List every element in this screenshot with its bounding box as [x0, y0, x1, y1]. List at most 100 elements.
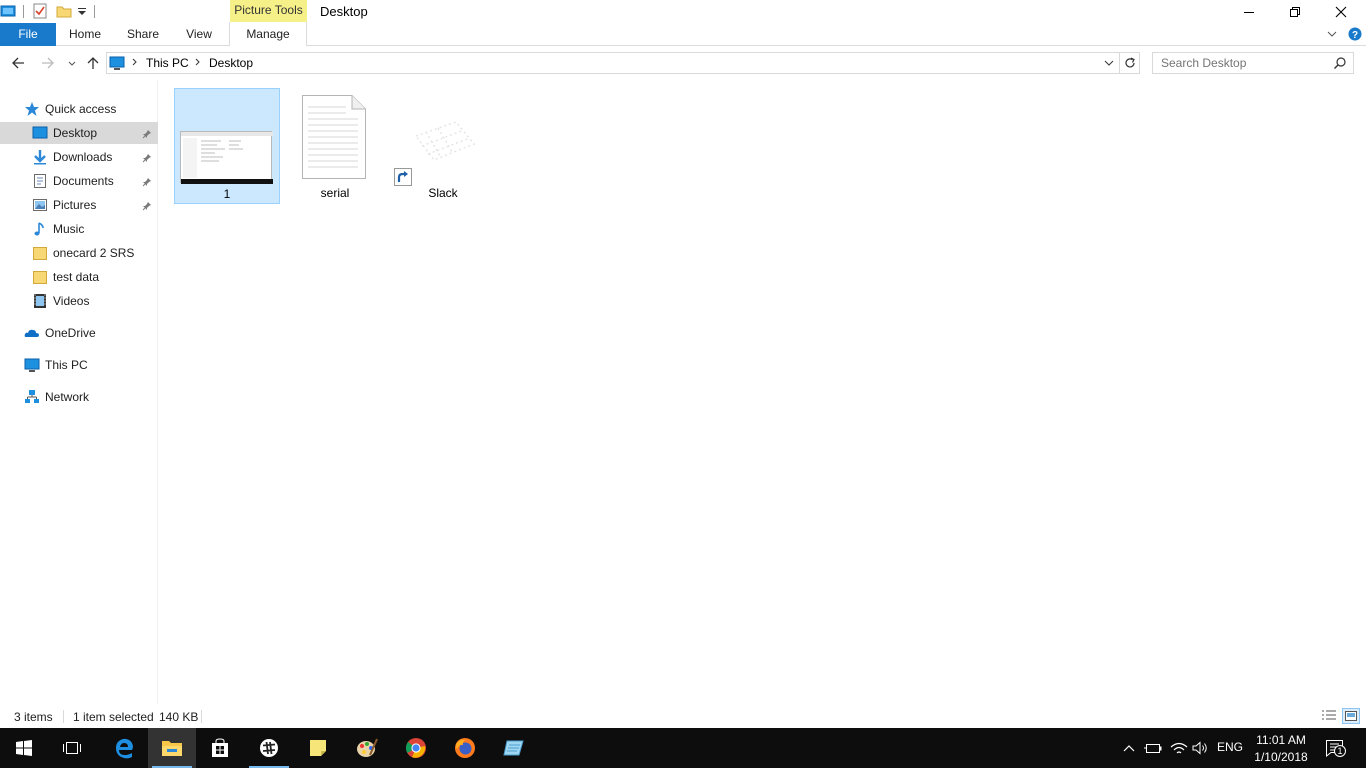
close-button[interactable] — [1318, 0, 1364, 23]
large-icons-view-button[interactable] — [1342, 708, 1360, 724]
nav-quick-access[interactable]: Quick access — [0, 98, 158, 120]
refresh-button[interactable] — [1123, 56, 1137, 70]
start-button[interactable] — [0, 728, 48, 768]
sidebar-item-onecard-2-srs[interactable]: onecard 2 SRS — [0, 242, 158, 264]
svg-text:?: ? — [1352, 30, 1358, 41]
taskbar-paint[interactable] — [343, 728, 391, 768]
slack-icon — [404, 118, 484, 168]
wifi-button[interactable] — [1170, 740, 1188, 756]
tab-manage[interactable]: Manage — [230, 23, 306, 46]
help-icon[interactable]: ? — [1348, 27, 1362, 41]
recent-locations-button[interactable] — [64, 55, 80, 71]
star-icon — [24, 101, 40, 117]
sidebar-item-pictures[interactable]: Pictures — [0, 194, 158, 216]
sidebar-item-label: onecard 2 SRS — [53, 246, 135, 260]
taskbar-store[interactable] — [196, 728, 244, 768]
selection-size: 140 KB — [159, 710, 199, 724]
sidebar-item-videos[interactable]: Videos — [0, 290, 158, 312]
sidebar-item-onedrive[interactable]: OneDrive — [0, 322, 158, 344]
notepad-icon — [503, 740, 524, 756]
input-language[interactable]: ENG — [1216, 740, 1244, 754]
sidebar-item-downloads[interactable]: Downloads — [0, 146, 158, 168]
address-bar[interactable]: This PC Desktop — [106, 52, 1140, 74]
sidebar-item-test-data[interactable]: test data — [0, 266, 158, 288]
taskbar-file-explorer[interactable] — [148, 728, 196, 768]
taskbar-firefox[interactable] — [441, 728, 489, 768]
taskbar-sticky-notes[interactable] — [294, 728, 342, 768]
selection-count: 1 item selected — [73, 710, 154, 724]
tab-home[interactable]: Home — [62, 23, 108, 46]
sidebar-item-music[interactable]: Music — [0, 218, 158, 240]
new-folder-icon[interactable] — [56, 3, 72, 19]
chrome-icon — [405, 738, 426, 758]
expand-ribbon-icon[interactable] — [1326, 28, 1338, 40]
search-box[interactable] — [1152, 52, 1354, 74]
pictures-icon — [32, 197, 48, 213]
up-button[interactable] — [85, 55, 101, 71]
picture-tools-label: Picture Tools — [230, 0, 307, 22]
explorer-app-icon[interactable] — [0, 3, 16, 19]
restore-icon — [1290, 6, 1300, 17]
refresh-icon — [1125, 57, 1135, 68]
wifi-icon — [1170, 742, 1188, 754]
music-icon — [32, 221, 48, 237]
task-view-button[interactable] — [48, 728, 96, 768]
clock[interactable]: 11:01 AM 1/10/2018 — [1248, 732, 1314, 766]
file-list[interactable]: 1 serial Slack — [160, 80, 1366, 704]
restore-button[interactable] — [1272, 0, 1318, 23]
taskbar-edge[interactable] — [100, 728, 148, 768]
pin-icon[interactable] — [142, 176, 152, 187]
sidebar-item-network[interactable]: Network — [0, 386, 158, 408]
file-item-serial[interactable]: serial — [282, 88, 388, 204]
tab-manage-container: Manage — [229, 22, 307, 46]
address-history-dropdown[interactable] — [1103, 57, 1115, 69]
file-item-1[interactable]: 1 — [174, 88, 280, 204]
tab-view[interactable]: View — [176, 23, 222, 46]
pin-icon[interactable] — [142, 128, 152, 139]
battery-button[interactable] — [1144, 740, 1162, 756]
documents-icon — [32, 173, 48, 189]
notification-badge: 1 — [1334, 745, 1346, 757]
taskbar-chrome[interactable] — [392, 728, 440, 768]
qat-dropdown-icon[interactable] — [74, 3, 90, 19]
file-name: 1 — [223, 187, 231, 201]
tab-share[interactable]: Share — [120, 23, 166, 46]
sidebar-item-label: Desktop — [53, 126, 98, 140]
action-center-button[interactable]: 1 — [1324, 738, 1346, 758]
large-icons-view-icon — [1345, 711, 1357, 721]
text-file-icon — [302, 95, 366, 179]
breadcrumb-desktop[interactable]: Desktop — [209, 56, 253, 70]
videos-icon — [32, 293, 48, 309]
sidebar-item-label: test data — [53, 270, 100, 284]
sidebar-item-desktop[interactable]: Desktop — [0, 122, 158, 144]
chevron-down-icon — [1104, 60, 1114, 66]
taskbar-slack[interactable] — [245, 728, 293, 768]
forward-button[interactable] — [40, 55, 56, 71]
volume-button[interactable] — [1192, 740, 1210, 756]
minimize-button[interactable] — [1226, 0, 1272, 23]
breadcrumb-this-pc[interactable]: This PC — [146, 56, 189, 70]
sidebar-item-this-pc[interactable]: This PC — [0, 354, 158, 376]
edge-icon — [116, 738, 133, 759]
back-button[interactable] — [10, 55, 26, 71]
pin-icon[interactable] — [142, 152, 152, 163]
taskbar-notepad[interactable] — [490, 728, 538, 768]
sidebar-item-label: Documents — [53, 174, 114, 188]
sidebar-item-label: Music — [53, 222, 85, 236]
sidebar-item-label: Videos — [53, 294, 90, 308]
search-icon[interactable] — [1333, 56, 1347, 70]
file-item-slack[interactable]: Slack — [390, 88, 496, 204]
breadcrumb-separator-icon — [194, 56, 202, 68]
sticky-notes-icon — [310, 740, 326, 756]
sidebar-item-label: Pictures — [53, 198, 97, 212]
tab-file[interactable]: File — [0, 23, 56, 46]
properties-icon[interactable] — [32, 3, 48, 19]
up-arrow-icon — [87, 57, 99, 69]
details-view-button[interactable] — [1320, 708, 1338, 724]
folder-icon — [32, 269, 48, 285]
show-hidden-icons-button[interactable] — [1122, 740, 1136, 756]
pin-icon[interactable] — [142, 200, 152, 211]
sidebar-item-documents[interactable]: Documents — [0, 170, 158, 192]
search-input[interactable] — [1161, 56, 1331, 70]
onedrive-icon — [24, 325, 40, 341]
